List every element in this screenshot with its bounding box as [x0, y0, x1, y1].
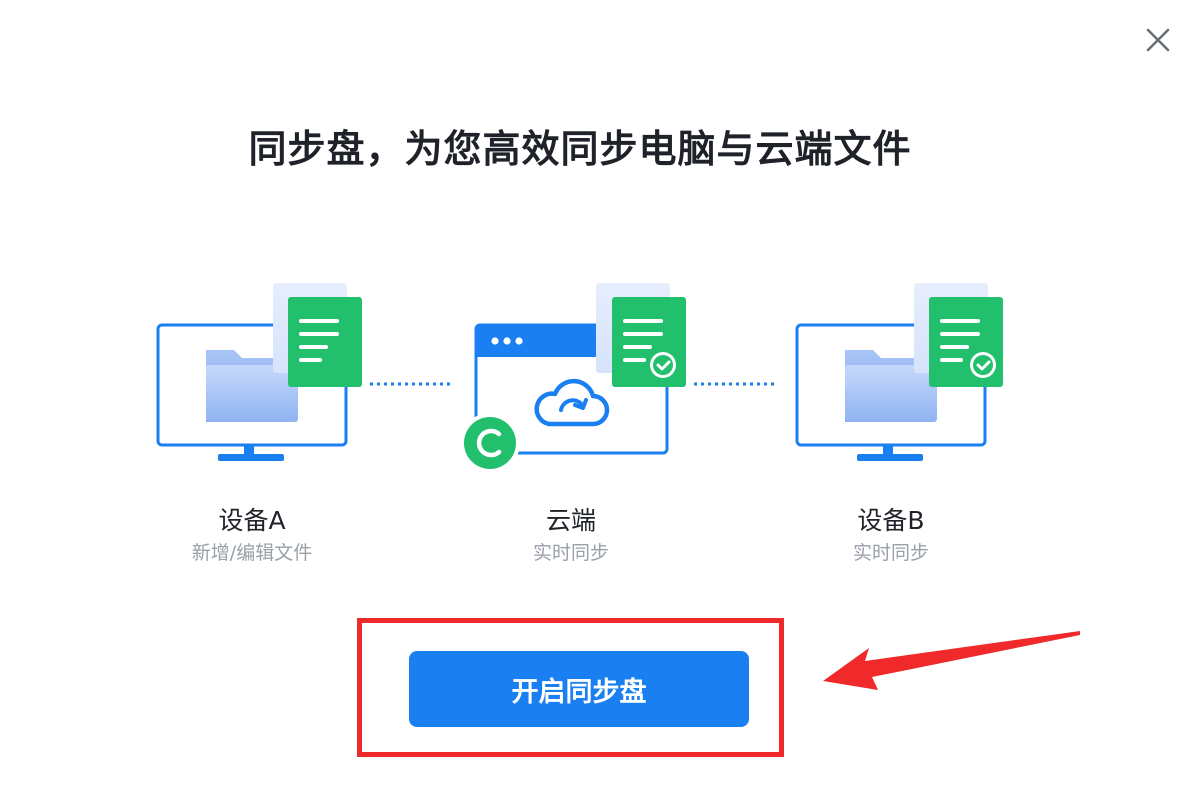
red-arrow-annotation: [823, 631, 1080, 690]
